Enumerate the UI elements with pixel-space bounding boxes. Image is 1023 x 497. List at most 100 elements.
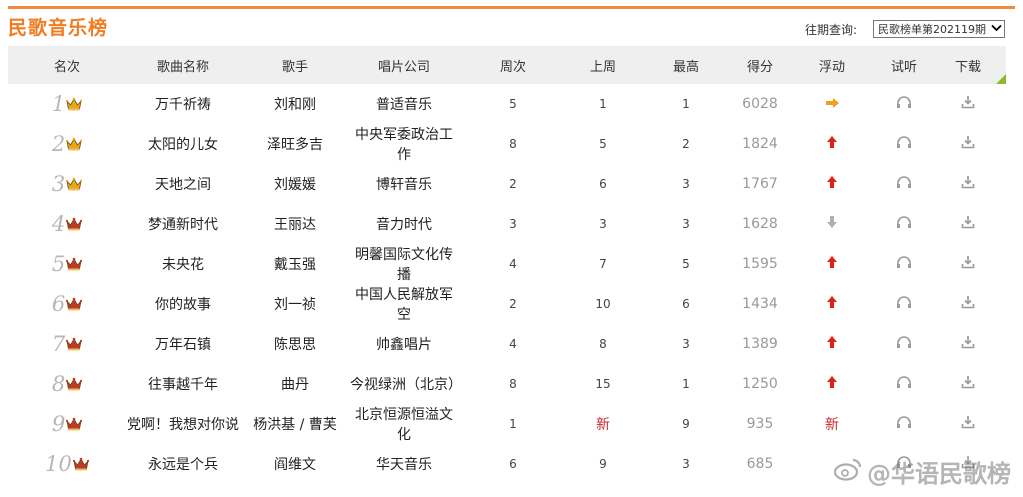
trend-cell [786,376,878,392]
download-icon[interactable] [961,335,975,349]
singer-name[interactable]: 杨洪基 / 曹芙 [240,414,350,434]
singer-name[interactable]: 戴玉强 [240,254,350,274]
last-week-rank: 1 [599,97,607,111]
song-title[interactable]: 永远是个兵 [126,454,240,474]
best-rank: 3 [682,457,690,471]
score: 935 [746,416,774,432]
song-title[interactable]: 党啊！我想对你说 [126,414,240,434]
download-icon[interactable] [961,95,975,109]
trend-new-label: 新 [825,417,839,433]
song-title[interactable]: 太阳的儿女 [126,134,240,154]
best-rank: 6 [682,297,690,311]
headphone-icon[interactable] [896,375,912,389]
headphone-icon[interactable] [896,215,912,229]
chart-table: 名次 歌曲名称 歌手 唱片公司 周次 上周 最高 得分 浮动 试听 下载 1 万千… [8,46,1006,486]
singer-name[interactable]: 泽旺多吉 [240,134,350,154]
trend-cell [786,216,878,232]
table-row: 2 太阳的儿女 泽旺多吉 中央军委政治工作 8 5 2 1824 [8,124,1006,164]
download-icon[interactable] [961,415,975,429]
song-title[interactable]: 梦通新时代 [126,214,240,234]
score: 1389 [742,336,778,352]
listen-cell [878,255,930,273]
download-icon[interactable] [961,175,975,189]
rank-number: 3 [51,171,66,196]
singer-name[interactable]: 陈思思 [240,334,350,354]
rank-cell: 2 [8,133,126,155]
singer-name[interactable]: 刘和刚 [240,94,350,114]
score: 1824 [742,136,778,152]
record-label: 明馨国际文化传播 [355,247,453,283]
download-icon[interactable] [961,135,975,149]
listen-cell [878,335,930,353]
crown-icon [72,457,89,471]
last-week-rank: 9 [599,457,607,471]
col-weeks: 周次 [499,59,526,75]
trend-up-icon [827,256,837,268]
headphone-icon[interactable] [896,255,912,269]
headphone-icon[interactable] [896,295,912,309]
download-icon[interactable] [961,215,975,229]
singer-name[interactable]: 刘媛媛 [240,174,350,194]
song-title[interactable]: 万千祈祷 [126,94,240,114]
headphone-icon[interactable] [896,335,912,349]
singer-name[interactable]: 刘一祯 [240,294,350,314]
chevron-down-icon [991,24,1002,35]
weeks-on-chart: 6 [509,457,517,471]
download-icon[interactable] [961,295,975,309]
trend-cell [786,296,878,312]
headphone-icon[interactable] [896,415,912,429]
best-rank: 3 [682,337,690,351]
col-singer: 歌手 [281,59,308,75]
download-cell [930,335,1006,353]
singer-name[interactable]: 曲丹 [240,374,350,394]
rank-number: 5 [51,251,66,276]
download-cell [930,95,1006,113]
table-row: 8 往事越千年 曲丹 今视绿洲（北京） 8 15 1 1250 [8,364,1006,404]
download-cell [930,135,1006,153]
song-title[interactable]: 未央花 [126,254,240,274]
listen-cell [878,415,930,433]
listen-cell [878,135,930,153]
col-listen: 试听 [890,59,917,75]
song-title[interactable]: 万年石镇 [126,334,240,354]
rank-number: 10 [45,451,72,476]
headphone-icon[interactable] [896,95,912,109]
rank-cell: 6 [8,293,126,315]
song-title[interactable]: 天地之间 [126,174,240,194]
headphone-icon[interactable] [896,175,912,189]
download-icon[interactable] [961,375,975,389]
record-label: 普适音乐 [376,97,432,113]
best-rank: 1 [682,97,690,111]
singer-name[interactable]: 阎维文 [240,454,350,474]
crown-icon [66,257,83,271]
score: 6028 [742,96,778,112]
download-cell [930,415,1006,433]
table-row: 3 天地之间 刘媛媛 博轩音乐 2 6 3 1767 [8,164,1006,204]
last-week-rank: 8 [599,337,607,351]
last-week-rank: 10 [595,297,611,311]
headphone-icon[interactable] [896,135,912,149]
record-label: 音力时代 [376,217,432,233]
singer-name[interactable]: 王丽达 [240,214,350,234]
download-icon[interactable] [961,255,975,269]
table-row: 1 万千祈祷 刘和刚 普适音乐 5 1 1 6028 [8,84,1006,124]
col-rank: 名次 [53,59,80,75]
trend-cell: 新 [786,414,878,434]
period-select[interactable]: 民歌榜单第202119期 [873,20,1005,38]
period-select-value: 民歌榜单第202119期 [878,23,986,36]
last-week-rank: 15 [595,377,611,391]
table-row: 7 万年石镇 陈思思 帅鑫唱片 4 8 3 1389 [8,324,1006,364]
table-row: 4 梦通新时代 王丽达 音力时代 3 3 3 1628 [8,204,1006,244]
trend-cell [786,96,878,112]
score: 1434 [742,296,778,312]
weibo-icon [833,457,863,487]
record-label: 今视绿洲（北京） [350,377,462,393]
song-title[interactable]: 你的故事 [126,294,240,314]
download-cell [930,175,1006,193]
crown-icon [66,97,83,111]
record-label: 中国人民解放军空 [355,287,453,323]
record-label: 帅鑫唱片 [376,337,432,353]
song-title[interactable]: 往事越千年 [126,374,240,394]
best-rank: 3 [682,177,690,191]
best-rank: 5 [682,257,690,271]
